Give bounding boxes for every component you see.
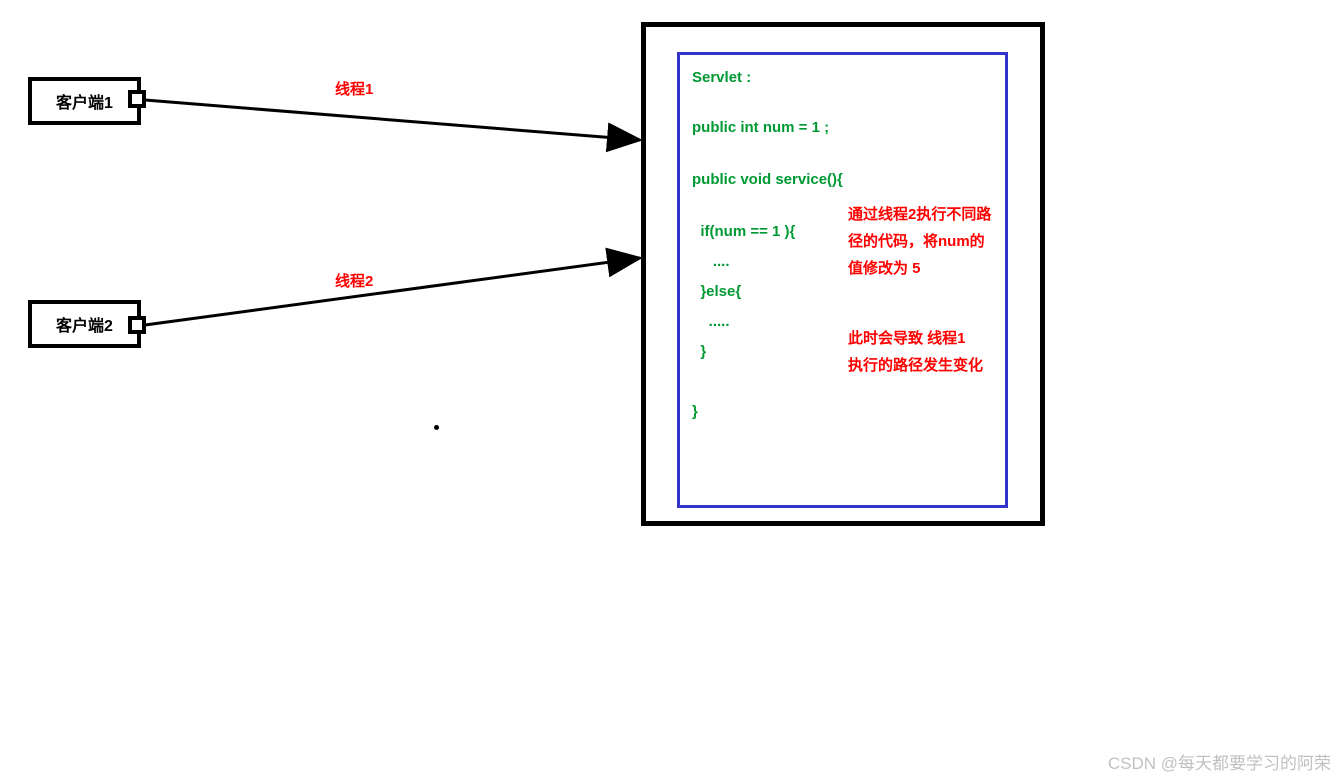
thread1-label: 线程1 [335, 78, 373, 99]
arrow-thread2 [145, 258, 640, 325]
note2-line2: 执行的路径发生变化 [848, 354, 983, 378]
client2-notch [128, 316, 146, 334]
client2-label: 客户端2 [56, 312, 113, 336]
client2-box: 客户端2 [28, 300, 141, 348]
arrow-thread1 [145, 100, 640, 140]
note2-line1: 此时会导致 线程1 [848, 327, 966, 351]
code-line-7: ..... [692, 313, 730, 330]
code-line-2: public int num = 1 ; [692, 119, 829, 136]
servlet-box: Servlet : public int num = 1 ; public vo… [677, 52, 1008, 508]
note1-line1: 通过线程2执行不同路 [848, 203, 991, 227]
watermark: CSDN @每天都要学习的阿荣 [1108, 749, 1331, 774]
note1-line2: 径的代码，将num的 [848, 230, 985, 254]
code-line-4: if(num == 1 ){ [692, 223, 795, 240]
code-line-1: Servlet : [692, 69, 751, 86]
note1-line3: 值修改为 5 [848, 257, 921, 281]
server-box: Servlet : public int num = 1 ; public vo… [641, 22, 1045, 526]
client1-box: 客户端1 [28, 77, 141, 125]
code-line-6: }else{ [692, 283, 741, 300]
code-line-9: } [692, 403, 698, 420]
thread2-label: 线程2 [335, 270, 373, 291]
code-line-3: public void service(){ [692, 171, 843, 188]
stray-dot [434, 425, 439, 430]
code-line-5: .... [692, 253, 730, 270]
code-line-8: } [692, 343, 706, 360]
client1-label: 客户端1 [56, 89, 113, 113]
client1-notch [128, 90, 146, 108]
